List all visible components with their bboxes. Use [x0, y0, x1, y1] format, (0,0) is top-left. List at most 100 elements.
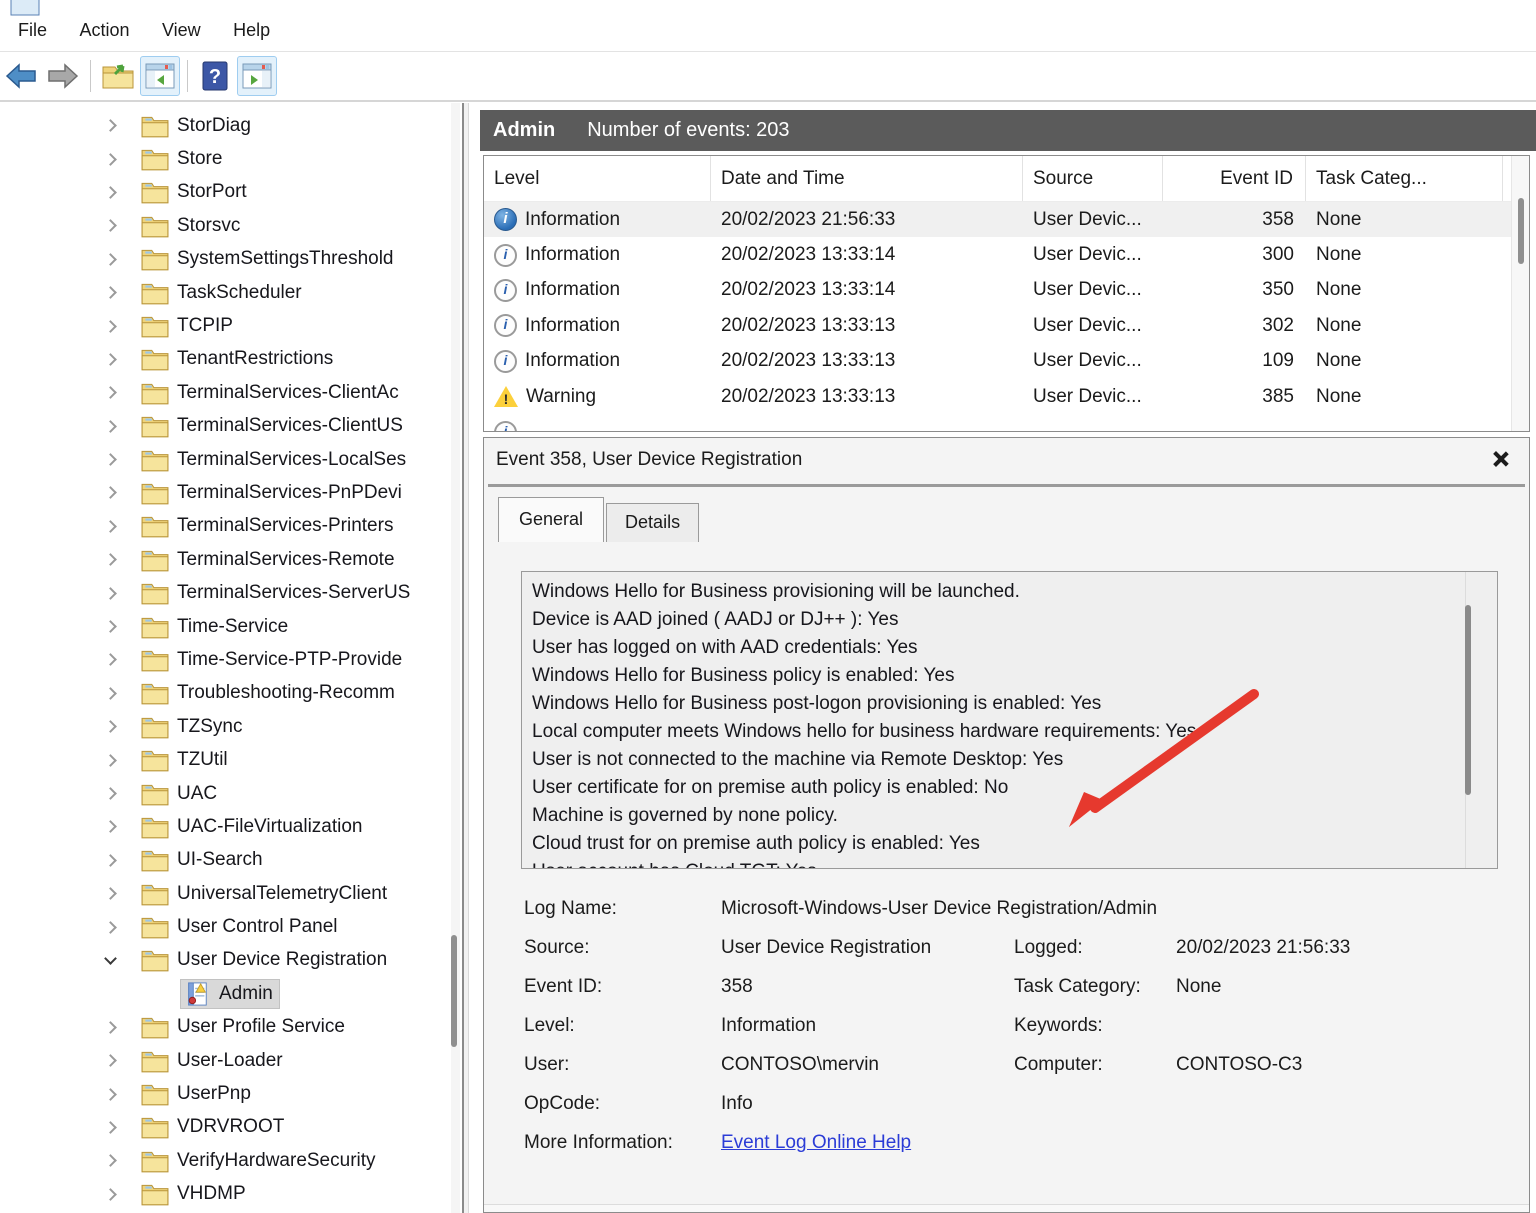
chevron-right-icon[interactable] [104, 921, 117, 934]
chevron-right-icon[interactable] [104, 821, 117, 834]
chevron-right-icon[interactable] [104, 687, 117, 700]
menu-help[interactable]: Help [219, 14, 284, 47]
event-log-online-help-link[interactable]: Event Log Online Help [721, 1132, 911, 1154]
event-row[interactable]: i Information 20/02/2023 13:33:14 User D… [484, 273, 1529, 308]
tree-item[interactable]: TerminalServices-ClientAc [0, 376, 462, 409]
tree-item[interactable]: Time-Service [0, 610, 462, 643]
chevron-right-icon[interactable] [104, 620, 117, 633]
chevron-right-icon[interactable] [104, 587, 117, 600]
column-header-event-id[interactable]: Event ID [1163, 156, 1306, 201]
chevron-right-icon[interactable] [104, 720, 117, 733]
tab-general[interactable]: General [498, 497, 604, 542]
tree-item[interactable]: TerminalServices-Remote [0, 543, 462, 576]
menu-view[interactable]: View [148, 14, 215, 47]
tree-item[interactable]: Store [0, 142, 462, 175]
menu-file[interactable]: File [4, 14, 61, 47]
forward-button[interactable] [43, 56, 83, 96]
tree-item[interactable]: User-Loader [0, 1044, 462, 1077]
tree-item[interactable]: User Device Registration [0, 944, 462, 977]
panel-divider[interactable] [462, 103, 469, 1213]
chevron-right-icon[interactable] [104, 654, 117, 667]
chevron-right-icon[interactable] [104, 1188, 117, 1201]
chevron-right-icon[interactable] [104, 1154, 117, 1167]
event-row[interactable]: i Information 20/02/2023 13:33:14 User D… [484, 237, 1529, 272]
tree-item[interactable]: VDRVROOT [0, 1111, 462, 1144]
chevron-right-icon[interactable] [104, 386, 117, 399]
menu-action[interactable]: Action [65, 14, 143, 47]
tree-item[interactable]: UAC [0, 777, 462, 810]
tree-item[interactable]: UniversalTelemetryClient [0, 877, 462, 910]
tree-item[interactable]: TerminalServices-ClientUS [0, 410, 462, 443]
back-button[interactable] [1, 56, 41, 96]
chevron-right-icon[interactable] [104, 553, 117, 566]
close-icon[interactable] [1489, 448, 1511, 470]
help-button[interactable]: ? [195, 56, 235, 96]
event-row[interactable]: i [484, 414, 1529, 432]
column-header-task-category[interactable]: Task Categ... [1306, 156, 1503, 201]
chevron-right-icon[interactable] [104, 353, 117, 366]
tree-item[interactable]: Storsvc [0, 209, 462, 242]
chevron-right-icon[interactable] [104, 286, 117, 299]
event-row[interactable]: i Information 20/02/2023 21:56:33 User D… [484, 202, 1529, 237]
tree-item[interactable]: TCPIP [0, 309, 462, 342]
message-scrollbar-thumb[interactable] [1465, 605, 1471, 795]
chevron-right-icon[interactable] [104, 854, 117, 867]
tree-item[interactable]: User Control Panel [0, 910, 462, 943]
event-row[interactable]: i Information 20/02/2023 13:33:13 User D… [484, 308, 1529, 343]
chevron-right-icon[interactable] [104, 253, 117, 266]
show-console-tree-button[interactable] [140, 56, 180, 96]
tree-item[interactable]: SystemSettingsThreshold [0, 243, 462, 276]
tree-item[interactable]: TZUtil [0, 743, 462, 776]
chevron-right-icon[interactable] [104, 119, 117, 132]
chevron-down-icon[interactable] [104, 952, 117, 965]
chevron-right-icon[interactable] [104, 520, 117, 533]
tree-item[interactable]: StorDiag [0, 109, 462, 142]
chevron-right-icon[interactable] [104, 453, 117, 466]
chevron-right-icon[interactable] [104, 754, 117, 767]
chevron-right-icon[interactable] [104, 487, 117, 500]
tree-scrollbar-thumb[interactable] [451, 935, 457, 1047]
tree-item[interactable]: VHDMP [0, 1178, 462, 1211]
chevron-right-icon[interactable] [104, 1121, 117, 1134]
chevron-right-icon[interactable] [104, 787, 117, 800]
field-value: Microsoft-Windows-User Device Registrati… [721, 898, 1157, 920]
tree-item[interactable]: User Profile Service [0, 1011, 462, 1044]
chevron-right-icon[interactable] [104, 219, 117, 232]
chevron-right-icon[interactable] [104, 1088, 117, 1101]
events-scrollbar[interactable] [1511, 156, 1529, 431]
tree-item[interactable]: TerminalServices-Printers [0, 510, 462, 543]
chevron-right-icon[interactable] [104, 320, 117, 333]
tree-item[interactable]: VerifyHardwareSecurity [0, 1144, 462, 1177]
tree-scrollbar[interactable] [451, 103, 460, 1213]
chevron-right-icon[interactable] [104, 887, 117, 900]
tree-item[interactable]: Troubleshooting-Recomm [0, 677, 462, 710]
tree-item[interactable]: StorPort [0, 176, 462, 209]
column-header-source[interactable]: Source [1023, 156, 1163, 201]
tree-item[interactable]: TerminalServices-ServerUS [0, 576, 462, 609]
tree-item[interactable]: UAC-FileVirtualization [0, 810, 462, 843]
tree-item[interactable]: Admin [0, 977, 462, 1010]
event-row[interactable]: ! Warning 20/02/2023 13:33:13 User Devic… [484, 379, 1529, 414]
chevron-right-icon[interactable] [104, 1021, 117, 1034]
tree-item-label: User Profile Service [177, 1016, 345, 1038]
tree-item[interactable]: TZSync [0, 710, 462, 743]
events-scrollbar-thumb[interactable] [1518, 198, 1524, 264]
column-header-datetime[interactable]: Date and Time [711, 156, 1023, 201]
tree-item[interactable]: TerminalServices-LocalSes [0, 443, 462, 476]
chevron-right-icon[interactable] [104, 153, 117, 166]
chevron-right-icon[interactable] [104, 420, 117, 433]
export-list-button[interactable] [98, 56, 138, 96]
tree-item[interactable]: Time-Service-PTP-Provide [0, 643, 462, 676]
tree-item[interactable]: UserPnp [0, 1077, 462, 1110]
show-action-pane-button[interactable] [237, 56, 277, 96]
tree-item[interactable]: UI-Search [0, 844, 462, 877]
chevron-right-icon[interactable] [104, 186, 117, 199]
column-header-level[interactable]: Level [484, 156, 711, 201]
chevron-right-icon[interactable] [104, 1054, 117, 1067]
tree-item[interactable]: TenantRestrictions [0, 343, 462, 376]
tree-item[interactable]: TaskScheduler [0, 276, 462, 309]
event-row[interactable]: i Information 20/02/2023 13:33:13 User D… [484, 344, 1529, 379]
tab-details[interactable]: Details [606, 503, 699, 542]
tree-item[interactable]: TerminalServices-PnPDevi [0, 476, 462, 509]
detail-bottom-area [484, 1205, 1529, 1212]
